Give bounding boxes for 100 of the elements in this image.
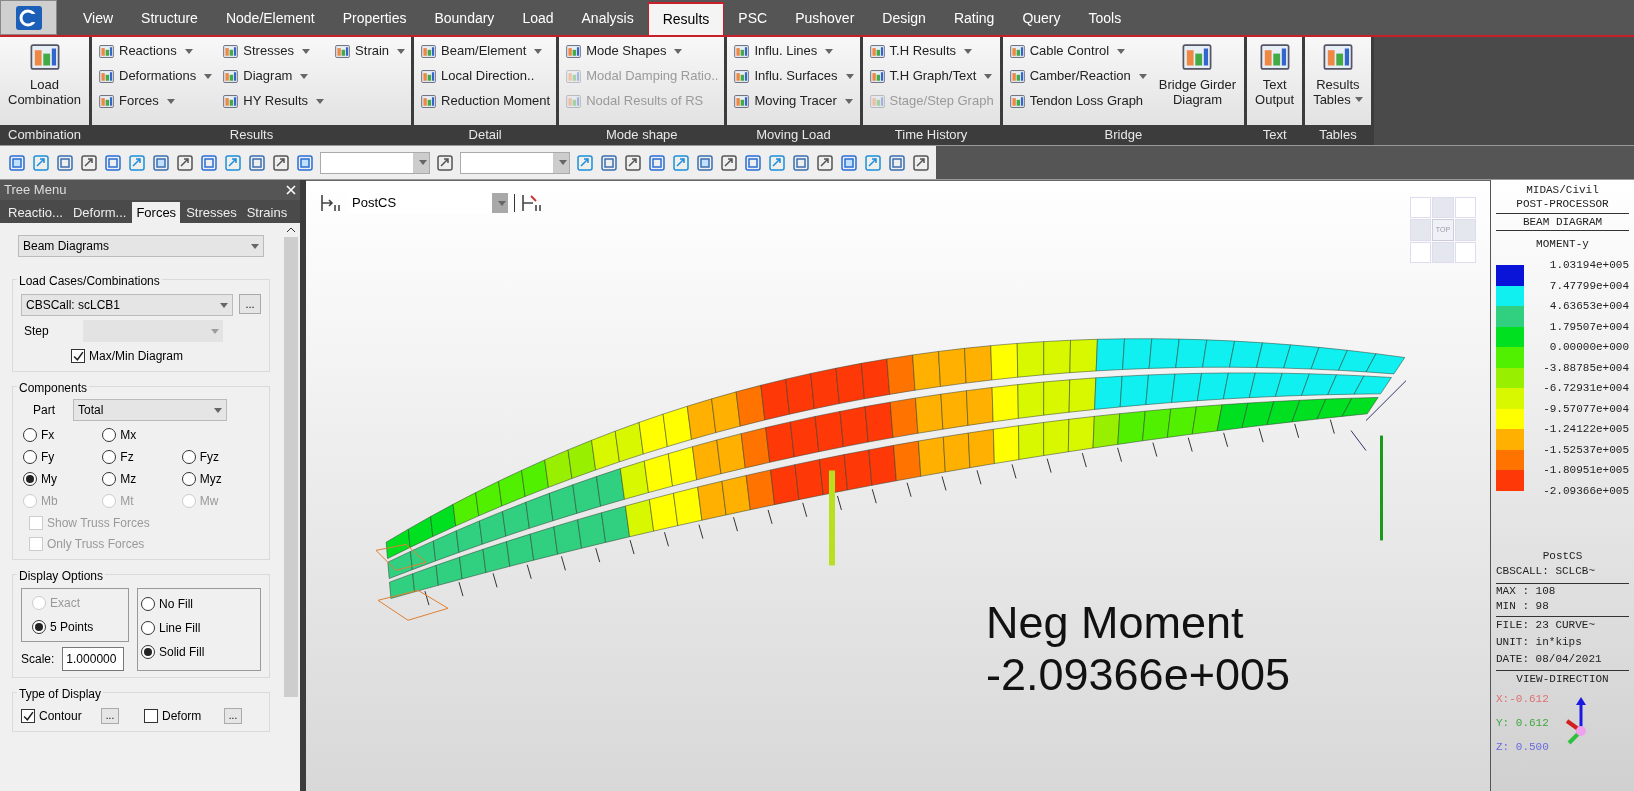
toolbar-icon[interactable] (816, 153, 834, 172)
radio-option[interactable]: Fyz (181, 448, 261, 466)
toolbar-icon[interactable] (224, 153, 242, 172)
scroll-up-icon[interactable] (286, 227, 296, 233)
menu-tab[interactable]: Design (868, 2, 940, 35)
menu-tab[interactable]: View (69, 2, 128, 35)
menu-tab[interactable]: Analysis (567, 2, 648, 35)
checkbox[interactable] (144, 709, 158, 723)
diagram-type-dropdown[interactable]: Beam Diagrams (18, 235, 264, 257)
ribbon-button[interactable]: Camber/Reaction (1008, 65, 1147, 87)
menu-tab[interactable]: Pushover (781, 2, 869, 35)
panel-tab[interactable]: Deform... (68, 202, 131, 223)
ribbon-button[interactable]: HY Results (222, 90, 325, 112)
ribbon-button[interactable]: Influ. Lines (733, 40, 854, 62)
radio-button[interactable] (23, 472, 37, 486)
radio-button[interactable] (102, 450, 117, 464)
toolbar-icon[interactable] (272, 153, 290, 172)
app-logo[interactable] (0, 0, 57, 35)
more-button[interactable]: ... (224, 708, 242, 724)
toolbar-icon[interactable] (104, 153, 122, 172)
ribbon-button[interactable]: T.H Graph/Text (868, 65, 994, 87)
radio-option[interactable]: Mx (102, 426, 182, 444)
checkbox[interactable] (71, 349, 85, 363)
coordinate-system-icon[interactable] (521, 193, 543, 213)
menu-tab[interactable]: PSC (724, 2, 782, 35)
radio-option[interactable]: Fx (23, 426, 103, 444)
radio-button[interactable] (141, 645, 155, 659)
toolbar-icon[interactable] (128, 153, 146, 172)
menu-tab[interactable]: Query (1008, 2, 1075, 35)
radio-option[interactable]: Mz (102, 470, 182, 488)
toolbar-icon[interactable] (720, 153, 738, 172)
ribbon-button[interactable]: Strain (334, 40, 406, 62)
toolbar-icon[interactable] (80, 153, 98, 172)
ribbon-button[interactable]: Influ. Surfaces (733, 65, 854, 87)
panel-tab[interactable]: Strains (242, 202, 292, 223)
radio-button[interactable] (32, 620, 46, 634)
toolbar-icon[interactable] (888, 153, 906, 172)
toolbar-icon[interactable] (576, 153, 594, 172)
ribbon-large-button[interactable]: Results Tables (1311, 40, 1365, 107)
scale-input[interactable]: 1.000000 (62, 647, 125, 671)
toolbar-icon[interactable] (744, 153, 762, 172)
toolbar-icon[interactable] (672, 153, 690, 172)
radio-button[interactable] (102, 472, 117, 486)
panel-tab[interactable]: Forces (132, 202, 181, 223)
radio-option[interactable]: My (23, 470, 103, 488)
menu-tab[interactable]: Node/Element (211, 2, 329, 35)
radio-button[interactable] (141, 597, 155, 611)
checkbox[interactable] (21, 709, 35, 723)
toolbar-icon[interactable] (600, 153, 618, 172)
radio-option[interactable]: Solid Fill (141, 643, 257, 661)
toolbar-icon[interactable] (792, 153, 810, 172)
selection-dropdown[interactable] (460, 151, 570, 174)
radio-option[interactable]: Myz (181, 470, 261, 488)
more-button[interactable]: ... (101, 708, 119, 724)
ribbon-button[interactable]: Forces (98, 90, 213, 112)
toolbar-icon[interactable] (200, 153, 218, 172)
ribbon-button[interactable]: Beam/Element (420, 40, 551, 62)
toolbar-icon[interactable] (864, 153, 882, 172)
ribbon-button[interactable]: Diagram (222, 65, 325, 87)
ribbon-button[interactable]: Deformations (98, 65, 213, 87)
toolbar-icon[interactable] (152, 153, 170, 172)
ribbon-button[interactable]: T.H Results (868, 40, 994, 62)
radio-button[interactable] (181, 450, 196, 464)
menu-tab[interactable]: Boundary (420, 2, 509, 35)
part-dropdown[interactable]: Total (73, 399, 227, 421)
toolbar-icon[interactable] (176, 153, 194, 172)
close-icon[interactable] (286, 185, 296, 195)
toolbar-icon[interactable] (840, 153, 858, 172)
ribbon-button[interactable]: Tendon Loss Graph (1008, 90, 1147, 112)
toolbar-icon[interactable] (624, 153, 642, 172)
ribbon-button[interactable]: Stresses (222, 40, 325, 62)
toolbar-icon[interactable] (436, 153, 454, 172)
toolbar-icon[interactable] (56, 153, 74, 172)
menu-tab[interactable]: Load (508, 2, 568, 35)
ribbon-button[interactable]: Reactions (98, 40, 213, 62)
panel-tab[interactable]: Stresses (182, 202, 241, 223)
menu-tab[interactable]: Results (647, 2, 725, 35)
radio-button[interactable] (23, 450, 37, 464)
radio-button[interactable] (141, 621, 155, 635)
radio-option[interactable]: No Fill (141, 595, 257, 613)
load-case-dropdown[interactable]: CBSCall: scLCB1 (21, 294, 233, 316)
ribbon-large-button[interactable]: Load Combination (6, 40, 83, 107)
radio-button[interactable] (102, 428, 117, 442)
radio-option[interactable]: Fy (23, 448, 103, 466)
radio-option[interactable]: Line Fill (141, 619, 257, 637)
radio-option[interactable]: 5 Points (32, 618, 118, 636)
menu-tab[interactable]: Rating (939, 2, 1009, 35)
radio-button[interactable] (181, 472, 196, 486)
toolbar-icon[interactable] (648, 153, 666, 172)
ribbon-button[interactable]: Reduction Moment (420, 90, 551, 112)
toolbar-icon[interactable] (32, 153, 50, 172)
menu-tab[interactable]: Structure (127, 2, 212, 35)
selection-dropdown[interactable] (320, 151, 430, 174)
ribbon-button[interactable]: Mode Shapes (565, 40, 719, 62)
menu-tab[interactable]: Tools (1074, 2, 1136, 35)
toolbar-icon[interactable] (248, 153, 266, 172)
ribbon-large-button[interactable]: Bridge Girder Diagram (1156, 40, 1239, 107)
toolbar-icon[interactable] (696, 153, 714, 172)
radio-option[interactable]: Fz (102, 448, 182, 466)
browse-button[interactable]: ... (239, 294, 261, 314)
